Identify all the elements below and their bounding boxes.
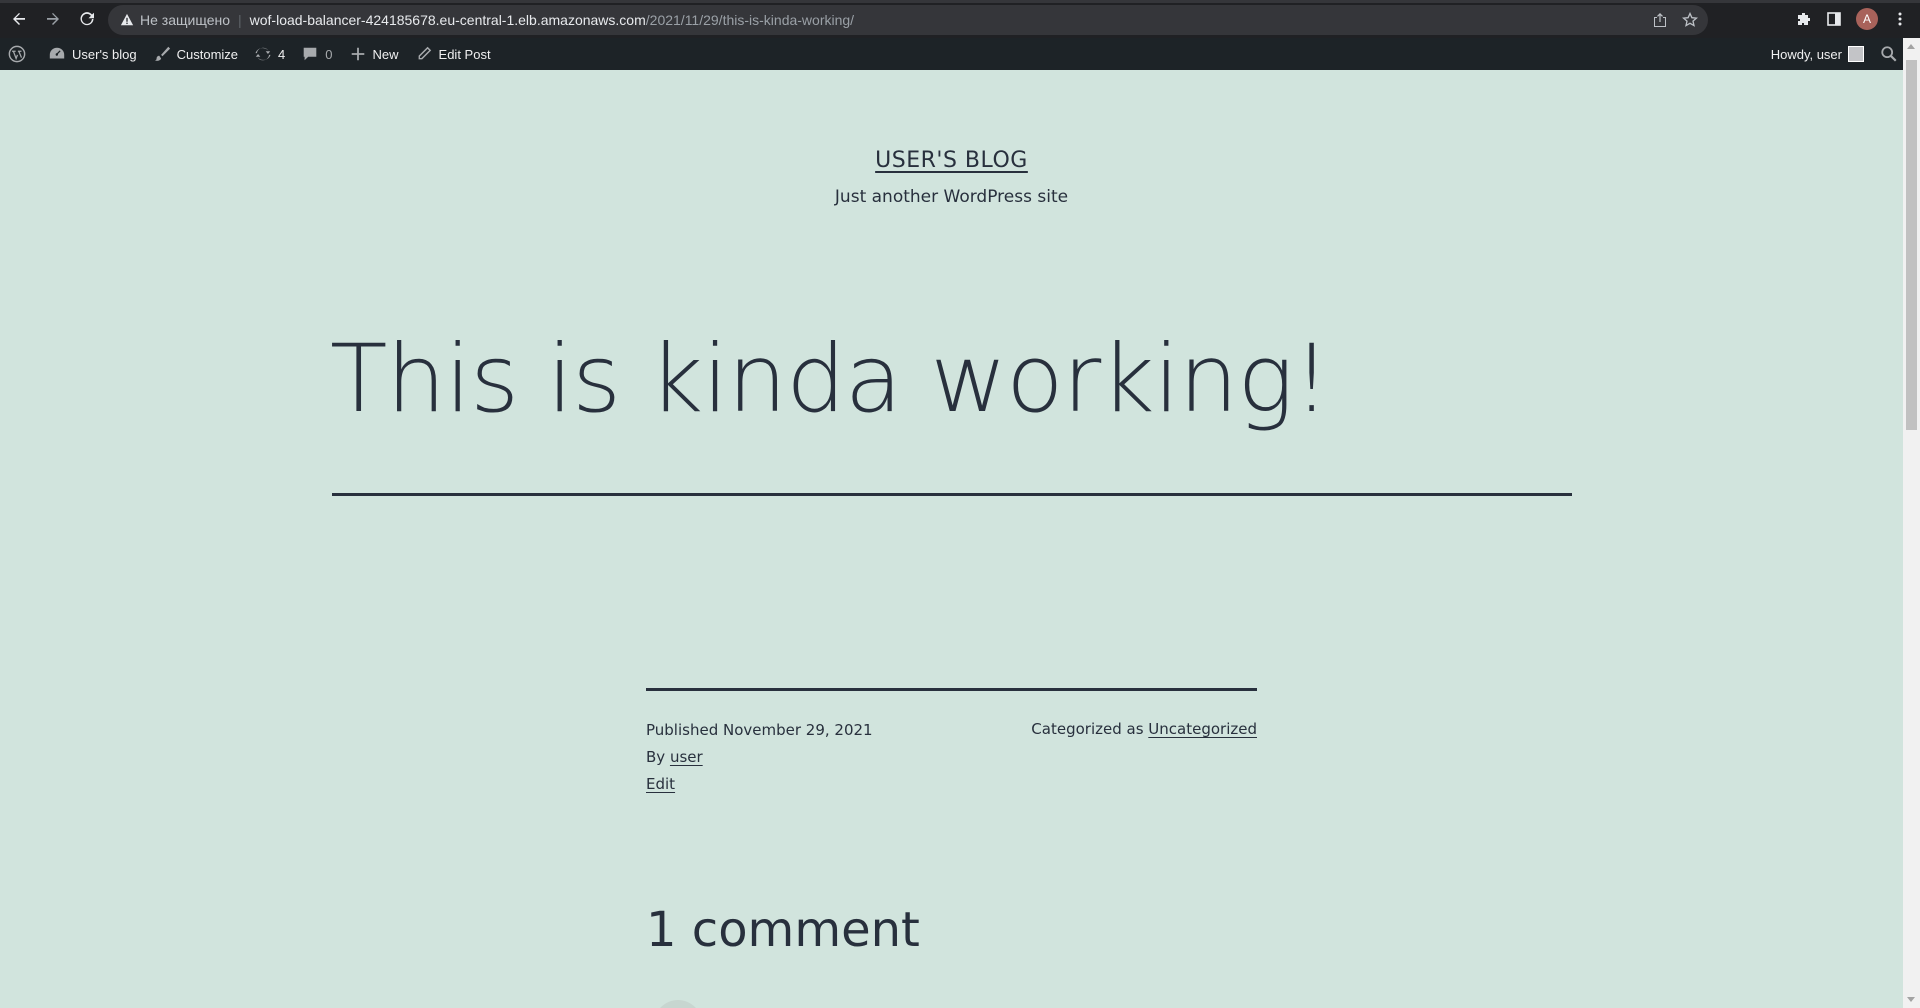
- arrow-right-icon: [47, 13, 59, 25]
- categorized-label: Categorized as: [1031, 720, 1144, 738]
- user-avatar: [1848, 46, 1864, 62]
- published-label: Published: [646, 721, 719, 739]
- post-meta: Published November 29, 2021 By user Edit…: [646, 720, 1257, 801]
- edit-post-label: Edit Post: [438, 46, 491, 62]
- comments-link[interactable]: 0: [293, 38, 340, 70]
- comments-count: 0: [325, 46, 333, 62]
- wp-logo-menu[interactable]: [0, 38, 40, 70]
- forward-button[interactable]: [38, 4, 68, 34]
- url-path: /2021/11/29/this-is-kinda-working/: [645, 12, 855, 28]
- security-label[interactable]: Не защищено: [140, 12, 230, 28]
- category-meta: Categorized as Uncategorized: [1031, 720, 1257, 738]
- search-icon: [1881, 46, 1897, 62]
- site-description: Just another WordPress site: [834, 187, 1069, 207]
- share-icon[interactable]: [1652, 12, 1668, 28]
- customize-label: Customize: [176, 46, 239, 62]
- scroll-up-arrow-icon[interactable]: [1907, 44, 1915, 49]
- published-date: November 29, 2021: [723, 721, 873, 739]
- comment-bubble-icon: [303, 47, 317, 61]
- site-title-link[interactable]: USER'S BLOG: [875, 148, 1028, 173]
- comments-title: 1 comment: [646, 902, 920, 958]
- new-content-menu[interactable]: New: [341, 38, 407, 70]
- edit-row: Edit: [646, 774, 1257, 801]
- page-scrollbar[interactable]: [1903, 38, 1920, 1008]
- site-name-label: User's blog: [72, 46, 137, 62]
- url-host: wof-load-balancer-424185678.eu-central-1…: [249, 12, 646, 28]
- warning-icon: [120, 13, 134, 27]
- extensions-icon[interactable]: [1796, 11, 1812, 27]
- side-panel-icon[interactable]: [1826, 11, 1842, 27]
- edit-link[interactable]: Edit: [646, 775, 675, 793]
- site-header: USER'S BLOG Just another WordPress site: [0, 148, 1903, 207]
- arrow-left-icon: [13, 13, 25, 25]
- tab-strip: [0, 0, 1920, 3]
- menu-dots-icon[interactable]: [1892, 11, 1908, 27]
- pencil-icon: [418, 46, 431, 60]
- wordpress-logo-icon: [8, 45, 26, 63]
- scrollbar-thumb[interactable]: [1906, 60, 1917, 430]
- post-title: This is kinda working!: [330, 325, 1330, 434]
- dashboard-icon: [49, 47, 65, 59]
- reload-button[interactable]: [72, 4, 102, 34]
- paintbrush-icon: [154, 46, 170, 61]
- updates-count: 4: [278, 46, 286, 62]
- comment-avatar: [654, 1000, 702, 1008]
- howdy-label: Howdy, user: [1770, 46, 1842, 62]
- category-link[interactable]: Uncategorized: [1148, 720, 1257, 738]
- customize-link[interactable]: Customize: [145, 38, 246, 70]
- by-label: By: [646, 748, 666, 766]
- title-divider: [332, 493, 1572, 496]
- back-button[interactable]: [4, 4, 34, 34]
- author-link[interactable]: user: [670, 748, 703, 766]
- updates-icon: [255, 47, 271, 61]
- scroll-down-arrow-icon[interactable]: [1907, 997, 1915, 1002]
- edit-post-link[interactable]: Edit Post: [407, 38, 499, 70]
- star-icon[interactable]: [1682, 12, 1698, 28]
- address-bar[interactable]: Не защищено | wof-load-balancer-42418567…: [108, 5, 1708, 35]
- meta-divider: [646, 688, 1257, 691]
- reload-icon: [80, 12, 94, 26]
- address-separator: |: [238, 12, 242, 28]
- author-row: By user: [646, 747, 1257, 774]
- updates-link[interactable]: 4: [246, 38, 293, 70]
- browser-toolbar: Не защищено | wof-load-balancer-42418567…: [0, 0, 1920, 38]
- my-account-menu[interactable]: Howdy, user: [1763, 38, 1872, 70]
- new-label: New: [372, 46, 399, 62]
- site-name-menu[interactable]: User's blog: [40, 38, 145, 70]
- plus-icon: [351, 47, 364, 61]
- profile-avatar[interactable]: A: [1856, 8, 1878, 30]
- wp-admin-bar: User's blog Customize 4 0 New Edit Post …: [0, 38, 1920, 70]
